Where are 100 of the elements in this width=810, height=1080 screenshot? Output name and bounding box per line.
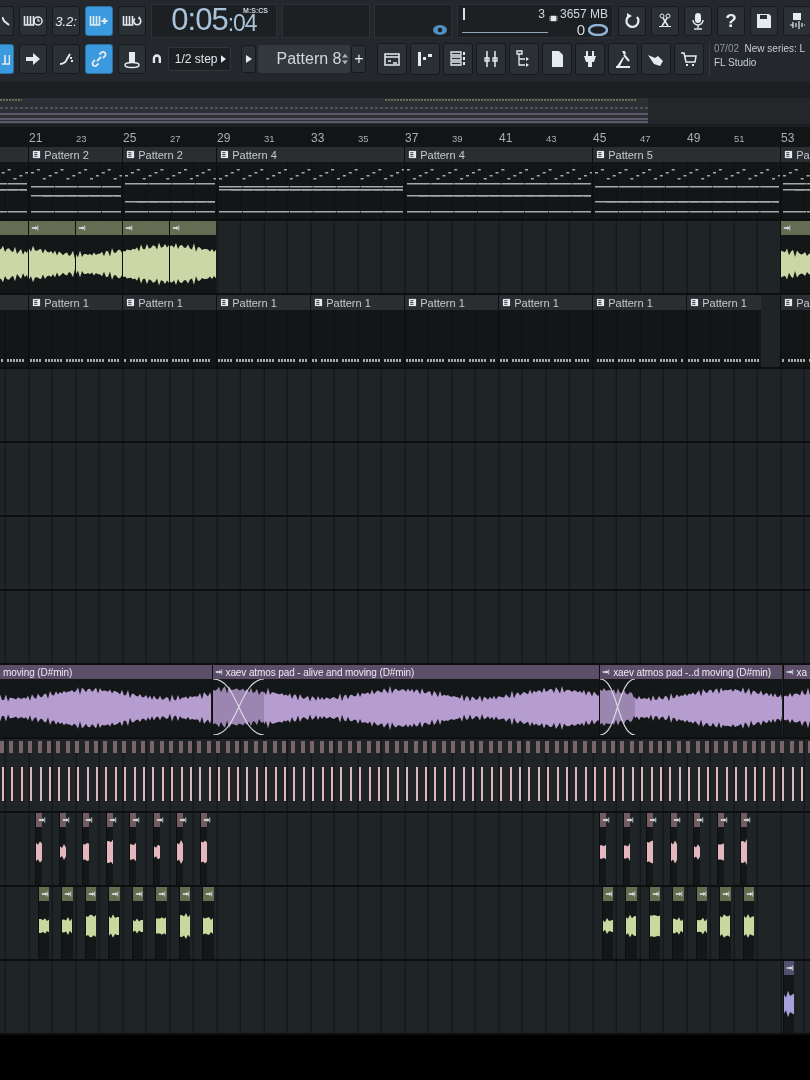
- bar-number: 45: [593, 131, 607, 145]
- pedal-button[interactable]: [608, 43, 638, 75]
- audio-clip-icon: [108, 816, 117, 824]
- store-button[interactable]: [674, 43, 704, 75]
- keys-icon: [2, 53, 10, 65]
- audio-clip[interactable]: [176, 813, 184, 885]
- pattern-clip[interactable]: Pattern 1: [592, 295, 687, 367]
- audio-clip[interactable]: [122, 221, 170, 293]
- audio-clip[interactable]: [742, 887, 755, 959]
- plugin-button[interactable]: [575, 43, 605, 75]
- audio-clip[interactable]: [625, 887, 637, 959]
- save-button[interactable]: [750, 6, 778, 36]
- pattern-clip[interactable]: Pattern 2: [122, 147, 217, 219]
- pattern-clip[interactable]: Pattern 5: [592, 147, 781, 219]
- pattern-clip[interactable]: Pattern 1: [686, 295, 762, 367]
- audio-clip[interactable]: [782, 961, 795, 1033]
- audio-clip[interactable]: xaev atmos pad - alive and moving (D#min): [211, 665, 600, 737]
- bar-number: 53: [781, 131, 795, 145]
- pattern-selector[interactable]: Pattern 8: [258, 45, 351, 73]
- audio-clip[interactable]: [75, 221, 123, 293]
- cart-icon: [679, 49, 699, 69]
- link-button[interactable]: [85, 44, 113, 74]
- metronome-button[interactable]: [118, 44, 146, 74]
- audio-clip-icon: [719, 816, 728, 824]
- refresh-icon: [622, 11, 642, 31]
- undo-button[interactable]: [618, 6, 646, 36]
- audio-clip[interactable]: [108, 887, 120, 959]
- audio-clip-icon: [179, 816, 188, 824]
- add-pattern-button[interactable]: +: [351, 45, 367, 73]
- clip-label: Pattern 1: [138, 296, 183, 309]
- audio-clip[interactable]: xaev atmos pad -..d moving (D#min): [599, 665, 783, 737]
- audio-clip[interactable]: [84, 887, 97, 959]
- help-button[interactable]: ?: [717, 6, 745, 36]
- snap-value: 1/2 step: [174, 52, 218, 66]
- pattern-clip[interactable]: Pattern 1: [310, 295, 405, 367]
- keyboard-button[interactable]: [0, 44, 14, 74]
- audio-clip[interactable]: [35, 813, 43, 885]
- pattern-clip[interactable]: Pattern 4: [404, 147, 593, 219]
- audio-clip[interactable]: [28, 221, 76, 293]
- pattern-clip[interactable]: Pattern 4: [216, 147, 405, 219]
- pattern-clip[interactable]: Pattern 2: [28, 147, 123, 219]
- typing-keyboard-button[interactable]: 3.2:: [52, 6, 80, 36]
- audio-clip[interactable]: [202, 887, 214, 959]
- audio-clip[interactable]: [719, 887, 731, 959]
- bar-number: 51: [734, 133, 745, 144]
- audio-clip[interactable]: [695, 887, 708, 959]
- audio-clip[interactable]: [61, 887, 73, 959]
- pattern-clip[interactable]: Pattern 1: [122, 295, 217, 367]
- cut-button[interactable]: [651, 6, 679, 36]
- pattern-icon: [502, 298, 512, 307]
- audio-clip[interactable]: [648, 887, 661, 959]
- project-button[interactable]: [542, 43, 572, 75]
- news-headline[interactable]: 07/02 New series: L: [714, 42, 810, 56]
- mixer-button[interactable]: [476, 43, 506, 75]
- audio-clip[interactable]: xa: [782, 665, 810, 737]
- audio-clip-icon: [61, 816, 70, 824]
- audio-clip[interactable]: [601, 887, 614, 959]
- snap-dropdown[interactable]: 1/2 step: [167, 47, 232, 71]
- audio-clip[interactable]: moving (D#min): [0, 665, 212, 737]
- news-source: FL Studio: [714, 56, 758, 70]
- pattern-clip[interactable]: Pattern 1: [28, 295, 123, 367]
- audio-clip[interactable]: [740, 813, 748, 885]
- pattern-icon: [126, 150, 136, 159]
- pattern-picker-button[interactable]: [241, 45, 257, 73]
- pattern-icon: [220, 298, 230, 307]
- audio-clip[interactable]: [155, 887, 167, 959]
- audio-clip[interactable]: [37, 887, 50, 959]
- pattern-clip[interactable]: Pattern 1: [404, 295, 499, 367]
- audio-clip[interactable]: [131, 887, 144, 959]
- record-button[interactable]: [19, 6, 47, 36]
- audio-clip[interactable]: [169, 221, 217, 293]
- pattern-clip[interactable]: Pattern 1: [498, 295, 593, 367]
- loop-record-button[interactable]: [118, 6, 146, 36]
- browser-button[interactable]: [509, 43, 539, 75]
- audio-clip[interactable]: [693, 813, 701, 885]
- pattern-icon: [314, 298, 324, 307]
- pattern-clip[interactable]: Pa: [780, 295, 810, 367]
- audio-clip-icon: [783, 224, 792, 232]
- piano-roll-button[interactable]: [410, 43, 440, 75]
- audio-clip[interactable]: [672, 887, 684, 959]
- clip-label: Pattern 2: [138, 148, 183, 161]
- pattern-clip[interactable]: Pa: [780, 147, 810, 219]
- record-audio-button[interactable]: [684, 6, 712, 36]
- export-button[interactable]: [783, 6, 810, 36]
- audio-clip-icon: [785, 668, 794, 676]
- curve-tool-button[interactable]: [0, 6, 14, 36]
- playlist-button[interactable]: [377, 43, 407, 75]
- step-button[interactable]: [19, 44, 47, 74]
- audio-clip[interactable]: [129, 813, 137, 885]
- audio-clip[interactable]: [82, 813, 90, 885]
- audio-clip[interactable]: [178, 887, 191, 959]
- audio-clip[interactable]: [599, 813, 607, 885]
- clip-label: moving (D#min): [3, 666, 73, 678]
- touch-button[interactable]: [641, 43, 671, 75]
- audio-clip[interactable]: [646, 813, 654, 885]
- overdub-button[interactable]: [85, 6, 113, 36]
- channel-rack-button[interactable]: [443, 43, 473, 75]
- pattern-clip[interactable]: Pattern 1: [216, 295, 311, 367]
- bar-number: 49: [687, 131, 701, 145]
- slide-button[interactable]: [52, 44, 80, 74]
